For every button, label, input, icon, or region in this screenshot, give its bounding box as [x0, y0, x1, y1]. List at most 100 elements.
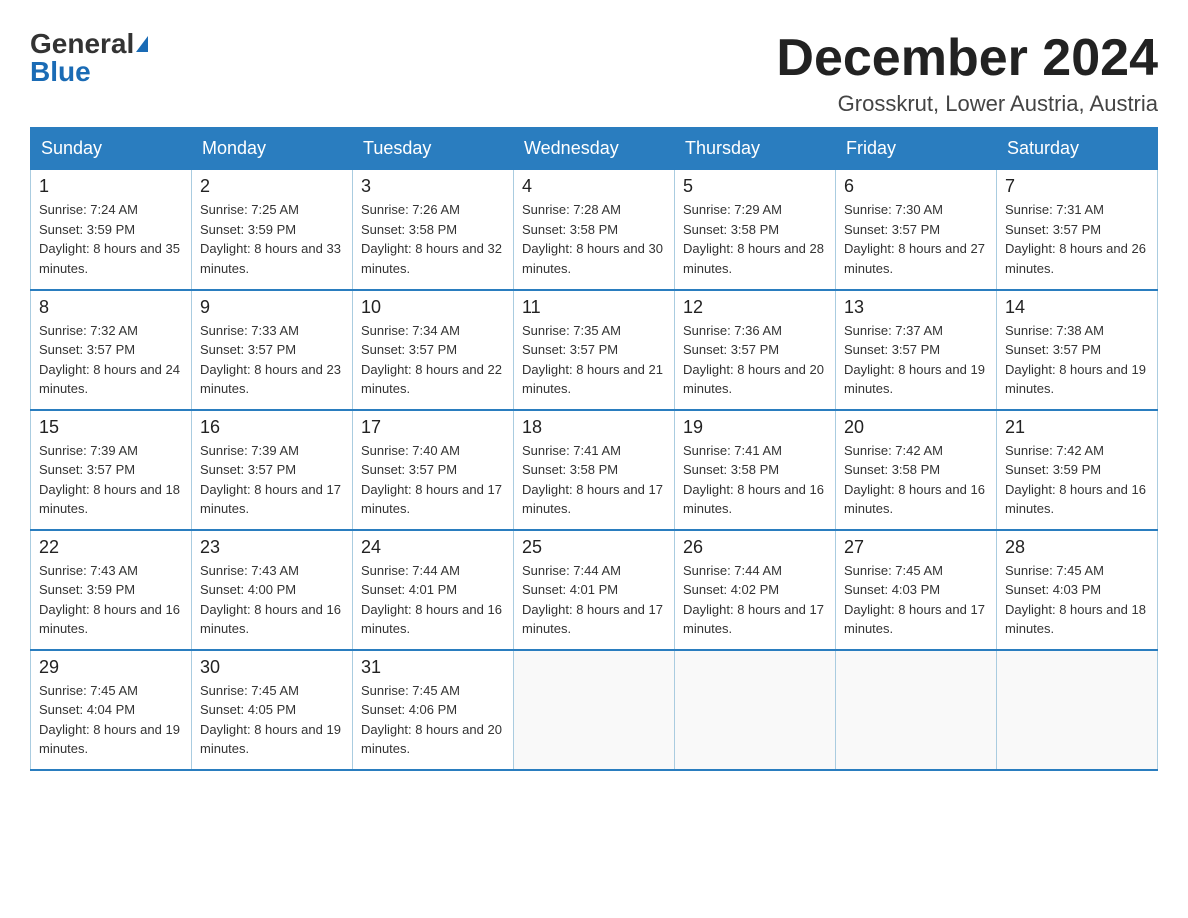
day-info: Sunrise: 7:36 AMSunset: 3:57 PMDaylight:…: [683, 321, 827, 399]
day-info: Sunrise: 7:39 AMSunset: 3:57 PMDaylight:…: [39, 441, 183, 519]
day-info: Sunrise: 7:33 AMSunset: 3:57 PMDaylight:…: [200, 321, 344, 399]
day-info: Sunrise: 7:35 AMSunset: 3:57 PMDaylight:…: [522, 321, 666, 399]
day-number: 9: [200, 297, 344, 318]
day-number: 2: [200, 176, 344, 197]
calendar-cell: 29 Sunrise: 7:45 AMSunset: 4:04 PMDaylig…: [31, 650, 192, 770]
day-info: Sunrise: 7:42 AMSunset: 3:59 PMDaylight:…: [1005, 441, 1149, 519]
calendar-cell: 4 Sunrise: 7:28 AMSunset: 3:58 PMDayligh…: [514, 170, 675, 290]
logo-triangle-icon: [136, 36, 148, 52]
day-number: 29: [39, 657, 183, 678]
column-header-tuesday: Tuesday: [353, 128, 514, 170]
calendar-cell: 26 Sunrise: 7:44 AMSunset: 4:02 PMDaylig…: [675, 530, 836, 650]
logo-blue-text: Blue: [30, 58, 91, 86]
day-info: Sunrise: 7:43 AMSunset: 3:59 PMDaylight:…: [39, 561, 183, 639]
calendar-cell: 1 Sunrise: 7:24 AMSunset: 3:59 PMDayligh…: [31, 170, 192, 290]
day-number: 18: [522, 417, 666, 438]
day-info: Sunrise: 7:32 AMSunset: 3:57 PMDaylight:…: [39, 321, 183, 399]
day-number: 21: [1005, 417, 1149, 438]
calendar-table: SundayMondayTuesdayWednesdayThursdayFrid…: [30, 127, 1158, 771]
calendar-wrapper: SundayMondayTuesdayWednesdayThursdayFrid…: [20, 127, 1168, 771]
calendar-cell: 2 Sunrise: 7:25 AMSunset: 3:59 PMDayligh…: [192, 170, 353, 290]
calendar-cell: 31 Sunrise: 7:45 AMSunset: 4:06 PMDaylig…: [353, 650, 514, 770]
calendar-cell: 27 Sunrise: 7:45 AMSunset: 4:03 PMDaylig…: [836, 530, 997, 650]
day-info: Sunrise: 7:31 AMSunset: 3:57 PMDaylight:…: [1005, 200, 1149, 278]
calendar-cell: 23 Sunrise: 7:43 AMSunset: 4:00 PMDaylig…: [192, 530, 353, 650]
calendar-cell: [836, 650, 997, 770]
calendar-cell: 30 Sunrise: 7:45 AMSunset: 4:05 PMDaylig…: [192, 650, 353, 770]
calendar-cell: 14 Sunrise: 7:38 AMSunset: 3:57 PMDaylig…: [997, 290, 1158, 410]
day-number: 24: [361, 537, 505, 558]
day-number: 20: [844, 417, 988, 438]
calendar-week-row: 22 Sunrise: 7:43 AMSunset: 3:59 PMDaylig…: [31, 530, 1158, 650]
day-info: Sunrise: 7:44 AMSunset: 4:01 PMDaylight:…: [361, 561, 505, 639]
calendar-cell: 28 Sunrise: 7:45 AMSunset: 4:03 PMDaylig…: [997, 530, 1158, 650]
calendar-cell: [675, 650, 836, 770]
day-info: Sunrise: 7:37 AMSunset: 3:57 PMDaylight:…: [844, 321, 988, 399]
day-number: 4: [522, 176, 666, 197]
logo: General Blue: [30, 30, 148, 86]
day-info: Sunrise: 7:44 AMSunset: 4:02 PMDaylight:…: [683, 561, 827, 639]
calendar-cell: 10 Sunrise: 7:34 AMSunset: 3:57 PMDaylig…: [353, 290, 514, 410]
calendar-cell: 3 Sunrise: 7:26 AMSunset: 3:58 PMDayligh…: [353, 170, 514, 290]
calendar-cell: 21 Sunrise: 7:42 AMSunset: 3:59 PMDaylig…: [997, 410, 1158, 530]
calendar-cell: 20 Sunrise: 7:42 AMSunset: 3:58 PMDaylig…: [836, 410, 997, 530]
calendar-subtitle: Grosskrut, Lower Austria, Austria: [776, 91, 1158, 117]
day-info: Sunrise: 7:34 AMSunset: 3:57 PMDaylight:…: [361, 321, 505, 399]
calendar-week-row: 29 Sunrise: 7:45 AMSunset: 4:04 PMDaylig…: [31, 650, 1158, 770]
day-info: Sunrise: 7:30 AMSunset: 3:57 PMDaylight:…: [844, 200, 988, 278]
calendar-cell: 24 Sunrise: 7:44 AMSunset: 4:01 PMDaylig…: [353, 530, 514, 650]
calendar-cell: 17 Sunrise: 7:40 AMSunset: 3:57 PMDaylig…: [353, 410, 514, 530]
calendar-cell: 11 Sunrise: 7:35 AMSunset: 3:57 PMDaylig…: [514, 290, 675, 410]
day-info: Sunrise: 7:45 AMSunset: 4:06 PMDaylight:…: [361, 681, 505, 759]
day-number: 15: [39, 417, 183, 438]
day-number: 13: [844, 297, 988, 318]
calendar-cell: 8 Sunrise: 7:32 AMSunset: 3:57 PMDayligh…: [31, 290, 192, 410]
day-number: 16: [200, 417, 344, 438]
day-info: Sunrise: 7:26 AMSunset: 3:58 PMDaylight:…: [361, 200, 505, 278]
day-number: 14: [1005, 297, 1149, 318]
calendar-cell: 6 Sunrise: 7:30 AMSunset: 3:57 PMDayligh…: [836, 170, 997, 290]
calendar-header-row: SundayMondayTuesdayWednesdayThursdayFrid…: [31, 128, 1158, 170]
day-number: 22: [39, 537, 183, 558]
column-header-sunday: Sunday: [31, 128, 192, 170]
calendar-cell: 5 Sunrise: 7:29 AMSunset: 3:58 PMDayligh…: [675, 170, 836, 290]
column-header-monday: Monday: [192, 128, 353, 170]
day-info: Sunrise: 7:24 AMSunset: 3:59 PMDaylight:…: [39, 200, 183, 278]
day-info: Sunrise: 7:42 AMSunset: 3:58 PMDaylight:…: [844, 441, 988, 519]
day-number: 23: [200, 537, 344, 558]
day-number: 17: [361, 417, 505, 438]
column-header-saturday: Saturday: [997, 128, 1158, 170]
day-info: Sunrise: 7:45 AMSunset: 4:05 PMDaylight:…: [200, 681, 344, 759]
calendar-cell: [514, 650, 675, 770]
calendar-cell: 25 Sunrise: 7:44 AMSunset: 4:01 PMDaylig…: [514, 530, 675, 650]
day-number: 6: [844, 176, 988, 197]
logo-general-text: General: [30, 30, 134, 58]
calendar-cell: 18 Sunrise: 7:41 AMSunset: 3:58 PMDaylig…: [514, 410, 675, 530]
day-info: Sunrise: 7:38 AMSunset: 3:57 PMDaylight:…: [1005, 321, 1149, 399]
calendar-cell: 13 Sunrise: 7:37 AMSunset: 3:57 PMDaylig…: [836, 290, 997, 410]
calendar-cell: [997, 650, 1158, 770]
day-number: 25: [522, 537, 666, 558]
column-header-friday: Friday: [836, 128, 997, 170]
day-number: 7: [1005, 176, 1149, 197]
day-number: 10: [361, 297, 505, 318]
day-info: Sunrise: 7:39 AMSunset: 3:57 PMDaylight:…: [200, 441, 344, 519]
calendar-week-row: 1 Sunrise: 7:24 AMSunset: 3:59 PMDayligh…: [31, 170, 1158, 290]
day-number: 12: [683, 297, 827, 318]
calendar-cell: 16 Sunrise: 7:39 AMSunset: 3:57 PMDaylig…: [192, 410, 353, 530]
calendar-cell: 12 Sunrise: 7:36 AMSunset: 3:57 PMDaylig…: [675, 290, 836, 410]
day-number: 11: [522, 297, 666, 318]
day-number: 31: [361, 657, 505, 678]
calendar-title: December 2024: [776, 30, 1158, 87]
day-info: Sunrise: 7:28 AMSunset: 3:58 PMDaylight:…: [522, 200, 666, 278]
column-header-thursday: Thursday: [675, 128, 836, 170]
day-info: Sunrise: 7:41 AMSunset: 3:58 PMDaylight:…: [522, 441, 666, 519]
day-info: Sunrise: 7:45 AMSunset: 4:04 PMDaylight:…: [39, 681, 183, 759]
day-info: Sunrise: 7:40 AMSunset: 3:57 PMDaylight:…: [361, 441, 505, 519]
calendar-cell: 9 Sunrise: 7:33 AMSunset: 3:57 PMDayligh…: [192, 290, 353, 410]
day-number: 19: [683, 417, 827, 438]
page-header: General Blue December 2024 Grosskrut, Lo…: [20, 20, 1168, 117]
day-info: Sunrise: 7:43 AMSunset: 4:00 PMDaylight:…: [200, 561, 344, 639]
day-number: 26: [683, 537, 827, 558]
calendar-week-row: 8 Sunrise: 7:32 AMSunset: 3:57 PMDayligh…: [31, 290, 1158, 410]
